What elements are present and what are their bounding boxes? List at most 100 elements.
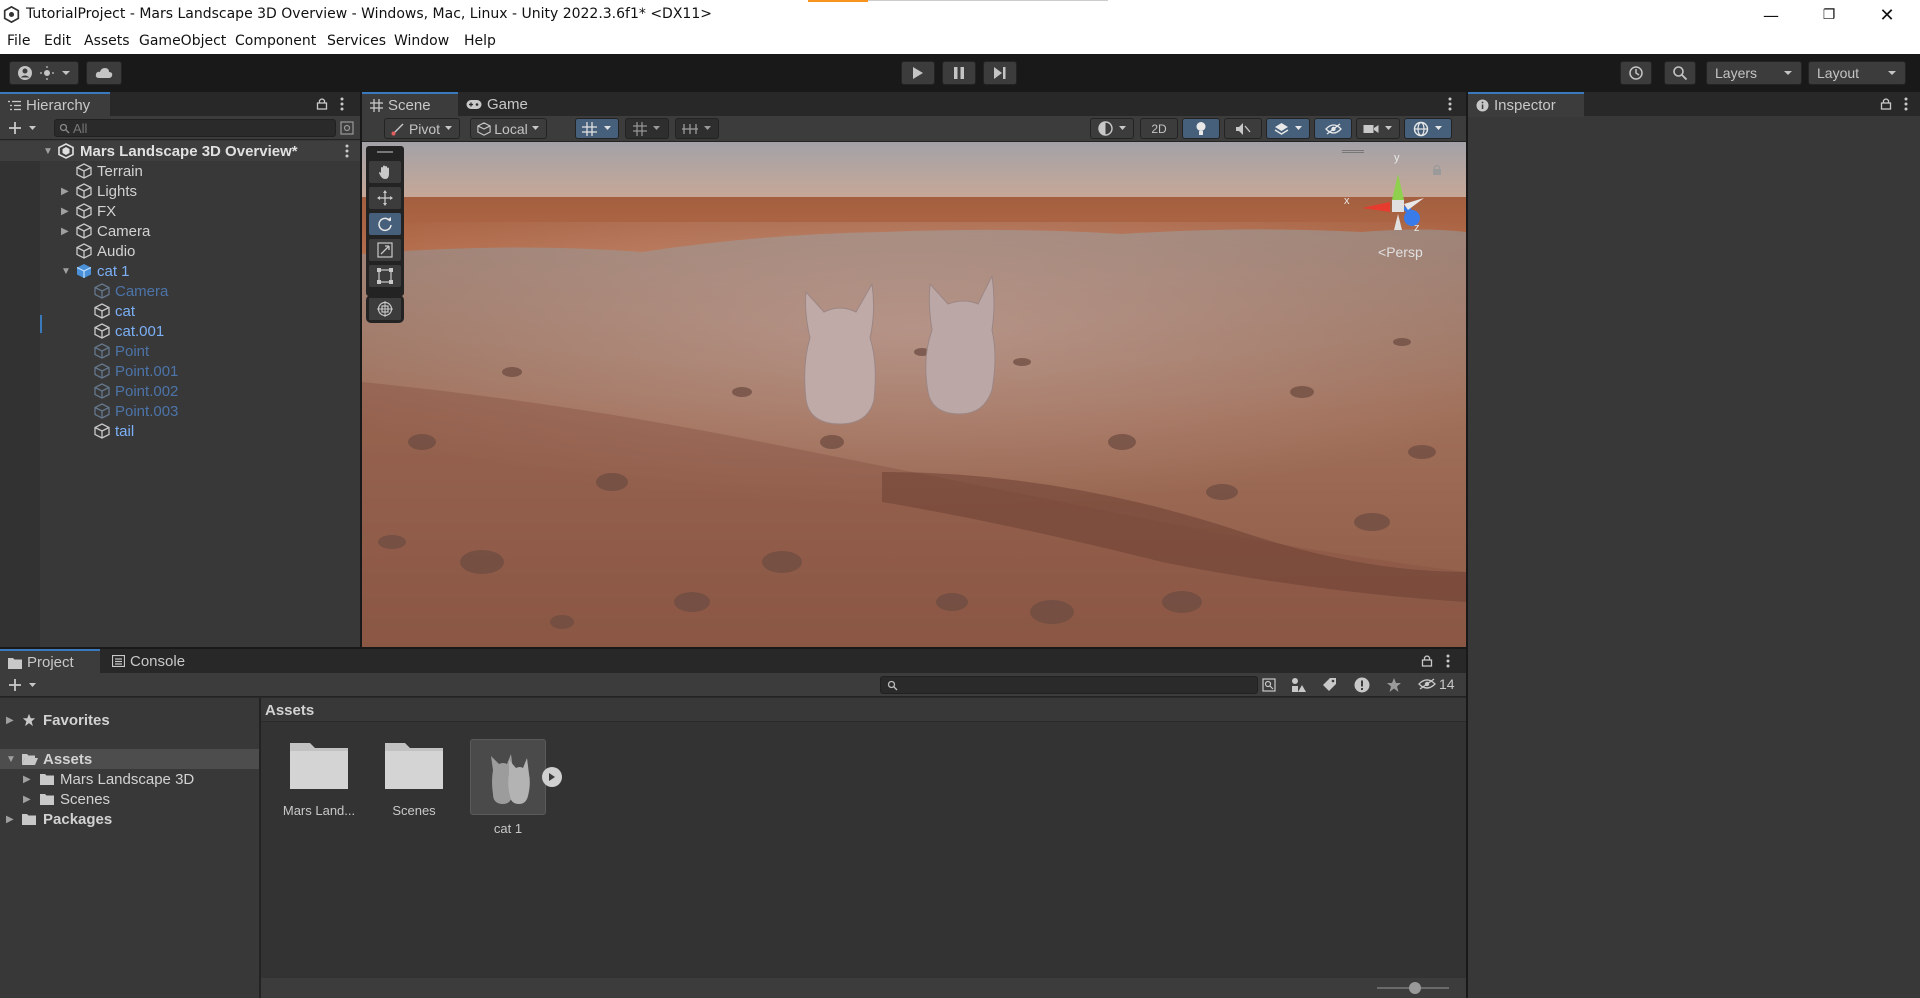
scene-viewport[interactable]: y x z <Persp [362, 142, 1466, 647]
hierarchy-item-lights[interactable]: ▶ Lights [0, 181, 360, 201]
expand-arrow-icon[interactable]: ▶ [6, 814, 14, 825]
increment-snap-button[interactable] [675, 118, 719, 139]
zoom-slider-thumb[interactable] [1409, 982, 1421, 994]
transform-tool-button[interactable] [366, 295, 404, 323]
prefab-expand-button[interactable] [542, 767, 562, 787]
chevron-down-icon[interactable] [28, 682, 37, 689]
search-scope-icon[interactable] [1262, 678, 1276, 692]
tab-game[interactable]: Game [458, 92, 538, 116]
minimize-button[interactable]: — [1748, 0, 1794, 30]
hierarchy-item-fx[interactable]: ▶ FX [0, 201, 360, 221]
kebab-menu-icon[interactable] [340, 97, 344, 111]
filter-by-label-icon[interactable] [1322, 677, 1337, 692]
tab-hierarchy[interactable]: Hierarchy [0, 92, 110, 117]
tree-mars-landscape[interactable]: ▶ Mars Landscape 3D [0, 769, 259, 789]
rect-tool-button[interactable] [369, 265, 401, 287]
audio-toggle-button[interactable] [1224, 118, 1262, 139]
rotate-tool-button[interactable] [369, 213, 401, 235]
expand-arrow-icon[interactable]: ▶ [23, 794, 31, 805]
layout-dropdown[interactable]: Layout [1808, 61, 1906, 85]
lighting-toggle-button[interactable] [1182, 118, 1220, 139]
camera-settings-dropdown[interactable] [1356, 118, 1400, 139]
asset-scenes-folder[interactable]: Scenes [369, 739, 459, 818]
warning-filter-icon[interactable] [1354, 677, 1370, 693]
tab-scene[interactable]: Scene [362, 92, 458, 117]
menu-component[interactable]: Component [235, 33, 316, 49]
tab-project[interactable]: Project [0, 649, 100, 674]
kebab-menu-icon[interactable] [1448, 97, 1452, 111]
kebab-menu-icon[interactable] [345, 144, 349, 158]
menu-services[interactable]: Services [327, 33, 386, 49]
hierarchy-item-point[interactable]: Point [0, 341, 360, 361]
grid-visibility-button[interactable] [625, 118, 669, 139]
shading-mode-dropdown[interactable] [1090, 118, 1134, 139]
tree-scenes[interactable]: ▶ Scenes [0, 789, 259, 809]
hierarchy-item-point-001[interactable]: Point.001 [0, 361, 360, 381]
expand-arrow-icon[interactable]: ▼ [6, 754, 16, 765]
favorite-star-icon[interactable] [1386, 677, 1402, 693]
perspective-toggle[interactable]: <Persp [1378, 244, 1423, 260]
tree-packages[interactable]: ▶ Packages [0, 809, 259, 829]
menu-gameobject[interactable]: GameObject [139, 33, 226, 49]
expand-arrow-icon[interactable]: ▶ [61, 206, 69, 217]
expand-arrow-icon[interactable]: ▼ [43, 146, 53, 157]
gizmo-drag-handle[interactable] [1342, 150, 1364, 153]
search-button[interactable] [1664, 61, 1696, 85]
tree-favorites[interactable]: ▶ Favorites [0, 710, 259, 730]
local-dropdown[interactable]: Local [470, 118, 547, 139]
hierarchy-scene-row[interactable]: ▼ Mars Landscape 3D Overview* [0, 141, 360, 161]
expand-arrow-icon[interactable]: ▶ [6, 715, 14, 726]
add-icon[interactable] [8, 121, 22, 135]
hierarchy-item-cat-1[interactable]: ▼ cat 1 [0, 261, 360, 281]
history-button[interactable] [1620, 61, 1652, 85]
hierarchy-item-cat-001[interactable]: cat.001 [0, 321, 360, 341]
menu-help[interactable]: Help [464, 33, 496, 49]
add-icon[interactable] [8, 678, 22, 692]
tree-assets[interactable]: ▼ Assets [0, 749, 259, 769]
project-search-input[interactable] [880, 676, 1258, 694]
layers-dropdown[interactable]: Layers [1706, 61, 1802, 85]
scene-orientation-gizmo[interactable]: y x z <Persp [1342, 150, 1452, 260]
chevron-down-icon[interactable] [28, 125, 37, 132]
step-button[interactable] [983, 61, 1017, 85]
expand-arrow-icon[interactable]: ▶ [61, 226, 69, 237]
lock-icon[interactable] [1880, 97, 1892, 110]
hierarchy-item-point-003[interactable]: Point.003 [0, 401, 360, 421]
hierarchy-search-input[interactable]: All [54, 119, 336, 137]
pivot-dropdown[interactable]: Pivot [384, 118, 460, 139]
hierarchy-item-point-002[interactable]: Point.002 [0, 381, 360, 401]
cloud-button[interactable] [86, 61, 122, 85]
hierarchy-item-cat-camera[interactable]: Camera [0, 281, 360, 301]
asset-mars-landscape-folder[interactable]: Mars Land... [274, 739, 364, 818]
asset-cat-1-prefab[interactable]: cat 1 [463, 739, 562, 836]
tab-inspector[interactable]: Inspector [1468, 92, 1584, 117]
breadcrumb-assets[interactable]: Assets [265, 702, 314, 719]
2d-toggle-button[interactable]: 2D [1140, 118, 1178, 139]
search-scene-icon[interactable] [340, 121, 354, 135]
hierarchy-item-camera[interactable]: ▶ Camera [0, 221, 360, 241]
hierarchy-item-audio[interactable]: Audio [0, 241, 360, 261]
expand-arrow-icon[interactable]: ▶ [61, 186, 69, 197]
scene-visibility-button[interactable] [1314, 118, 1352, 139]
pause-button[interactable] [942, 61, 976, 85]
effects-dropdown[interactable] [1266, 118, 1310, 139]
kebab-menu-icon[interactable] [1904, 97, 1908, 111]
palette-drag-handle[interactable] [377, 151, 393, 153]
grid-snap-button[interactable] [575, 118, 619, 139]
hierarchy-item-cat[interactable]: cat [0, 301, 360, 321]
restore-button[interactable]: ❐ [1806, 0, 1852, 30]
hand-tool-button[interactable] [369, 161, 401, 183]
play-button[interactable] [901, 61, 935, 85]
menu-edit[interactable]: Edit [44, 33, 71, 49]
lock-icon[interactable] [1421, 654, 1433, 667]
gizmos-dropdown[interactable] [1404, 118, 1452, 139]
expand-arrow-icon[interactable]: ▼ [61, 266, 71, 277]
hierarchy-item-tail[interactable]: tail [0, 421, 360, 441]
hidden-packages-toggle[interactable]: 14 [1418, 676, 1455, 692]
expand-arrow-icon[interactable]: ▶ [23, 774, 31, 785]
move-tool-button[interactable] [369, 187, 401, 209]
lock-icon[interactable] [316, 97, 328, 110]
scale-tool-button[interactable] [369, 239, 401, 261]
hierarchy-item-terrain[interactable]: Terrain [0, 161, 360, 181]
menu-assets[interactable]: Assets [84, 33, 130, 49]
